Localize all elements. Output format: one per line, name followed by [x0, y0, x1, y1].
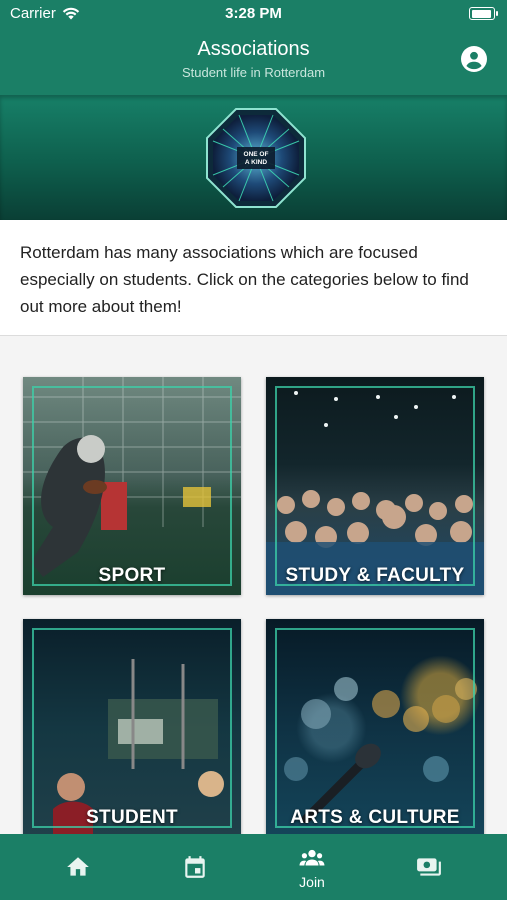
tab-home[interactable] [38, 834, 118, 900]
tab-calendar[interactable] [155, 834, 235, 900]
header: Carrier 3:28 PM Associations Student lif… [0, 0, 507, 95]
tile-frame [32, 386, 232, 586]
bottom-tab-bar: Join [0, 834, 507, 900]
category-arts-culture[interactable]: ARTS & CULTURE [266, 619, 484, 837]
category-sport[interactable]: SPORT [23, 377, 241, 595]
tile-frame [32, 628, 232, 828]
tile-frame [275, 386, 475, 586]
tab-join[interactable]: Join [272, 834, 352, 900]
category-label: STUDENT [86, 807, 178, 828]
category-study-faculty[interactable]: STUDY & FACULTY [266, 377, 484, 595]
home-icon [67, 857, 89, 876]
one-of-a-kind-logo: ONE OF A KIND [206, 108, 306, 208]
category-label: SPORT [98, 565, 166, 586]
group-icon [299, 849, 325, 866]
battery-icon [469, 7, 498, 20]
money-icon [417, 858, 441, 876]
category-label: STUDY & FACULTY [285, 565, 465, 586]
account-circle-icon[interactable] [461, 46, 487, 72]
category-student[interactable]: STUDENT [23, 619, 241, 837]
tab-money[interactable] [389, 834, 469, 900]
logo-text-2: A KIND [245, 159, 267, 166]
intro-text: Rotterdam has many associations which ar… [0, 220, 507, 336]
tile-frame [275, 628, 475, 828]
banner: ONE OF A KIND [0, 95, 507, 220]
page-title: Associations [197, 38, 310, 60]
calendar-icon [185, 856, 205, 878]
page-subtitle: Student life in Rotterdam [181, 65, 326, 80]
status-bar: Carrier 3:28 PM [0, 0, 507, 28]
tab-join-label: Join [299, 874, 325, 890]
clock: 3:28 PM [225, 5, 282, 22]
logo-text-1: ONE OF [244, 151, 269, 158]
category-label: ARTS & CULTURE [290, 807, 460, 828]
